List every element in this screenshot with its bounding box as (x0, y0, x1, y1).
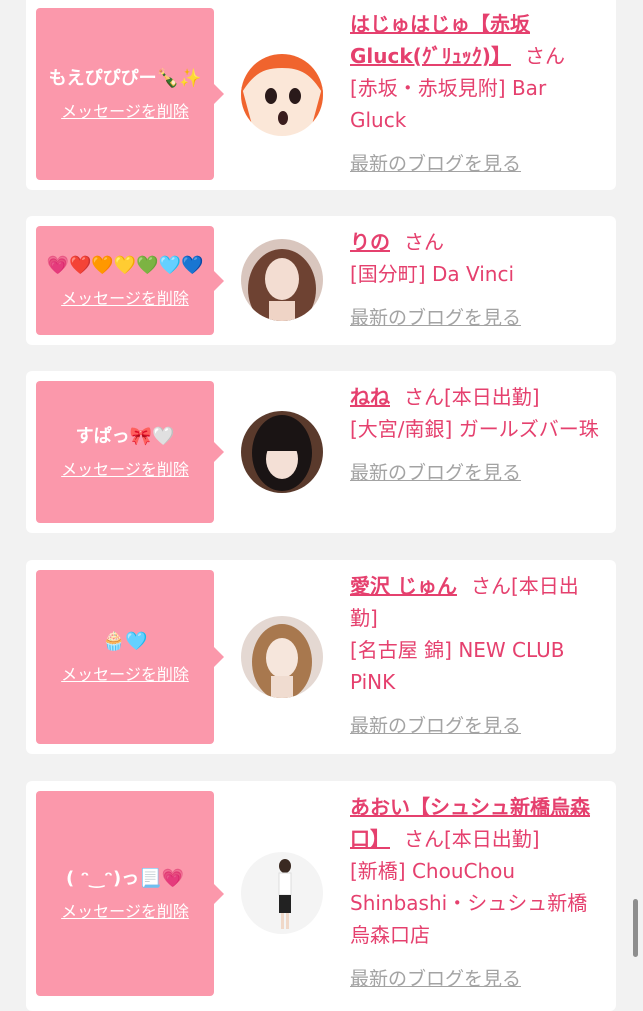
favorite-card: 🧁🩵 メッセージを削除 愛沢 じゅん さん[本日出勤] [名古屋 錦] NEW C… (26, 560, 616, 754)
member-info: ねね さん[本日出勤] [大宮/南銀] ガールズバー珠 最新のブログを見る (350, 381, 606, 489)
message-text: もえぴぴぴー🍾✨ (48, 68, 202, 89)
honorific: さん (404, 385, 444, 409)
scrollbar[interactable] (633, 899, 638, 957)
honorific: さん (470, 574, 511, 598)
member-info: りの さん [国分町] Da Vinci 最新のブログを見る (350, 226, 606, 334)
delete-message-link[interactable]: メッセージを削除 (61, 661, 189, 685)
shop-area: [国分町] Da Vinci (350, 262, 515, 286)
honorific: さん (404, 230, 444, 254)
delete-message-link[interactable]: メッセージを削除 (61, 898, 189, 922)
favorite-card: ( ᵔ‿ᵔ)っ📃💗 メッセージを削除 あおい【シュシュ新橋烏森口】 さん[本日出勤… (26, 781, 616, 1011)
member-name-link[interactable]: 愛沢 じゅん (350, 574, 457, 598)
message-bubble: もえぴぴぴー🍾✨ メッセージを削除 (36, 8, 224, 180)
avatar[interactable] (241, 239, 323, 321)
favorite-card: すぱっ🎀🤍 メッセージを削除 ねね さん[本日出勤] [大宮/南銀] ガールズバー… (26, 371, 616, 533)
latest-blog-link[interactable]: 最新のブログを見る (350, 148, 606, 180)
status-badge: [本日出勤] (444, 827, 540, 851)
honorific: さん (404, 827, 444, 851)
honorific: さん (524, 44, 565, 68)
avatar[interactable] (241, 54, 323, 136)
member-info: あおい【シュシュ新橋烏森口】 さん[本日出勤] [新橋] ChouChou Shi… (350, 791, 606, 995)
latest-blog-link[interactable]: 最新のブログを見る (350, 457, 606, 489)
shop-area: [新橋] ChouChou Shinbashi・シュシュ新橋烏森口店 (350, 859, 588, 947)
message-bubble: すぱっ🎀🤍 メッセージを削除 (36, 381, 224, 523)
message-bubble: 💗❤️🧡💛💚🩵💙 メッセージを削除 (36, 226, 224, 335)
delete-message-link[interactable]: メッセージを削除 (61, 285, 189, 309)
avatar[interactable] (241, 852, 323, 934)
favorite-card: もえぴぴぴー🍾✨ メッセージを削除 はじゅはじゅ【赤坂Gluck(ｸﾞﾘｭｯｸ)… (26, 0, 616, 190)
message-text: すぱっ🎀🤍 (75, 426, 175, 447)
message-bubble: 🧁🩵 メッセージを削除 (36, 570, 224, 744)
delete-message-link[interactable]: メッセージを削除 (61, 456, 189, 480)
shop-area: [赤坂・赤坂見附] Bar Gluck (350, 76, 547, 132)
message-bubble: ( ᵔ‿ᵔ)っ📃💗 メッセージを削除 (36, 791, 224, 996)
latest-blog-link[interactable]: 最新のブログを見る (350, 963, 606, 995)
delete-message-link[interactable]: メッセージを削除 (61, 98, 189, 122)
message-text: ( ᵔ‿ᵔ)っ📃💗 (65, 867, 184, 889)
member-name-link[interactable]: りの (350, 230, 390, 254)
status-badge: [本日出勤] (444, 385, 540, 409)
member-info: はじゅはじゅ【赤坂Gluck(ｸﾞﾘｭｯｸ)】 さん [赤坂・赤坂見附] Bar … (350, 8, 606, 180)
member-name-link[interactable]: はじゅはじゅ【赤坂Gluck(ｸﾞﾘｭｯｸ)】 (350, 12, 530, 68)
message-text: 🧁🩵 (102, 631, 148, 652)
shop-area: [大宮/南銀] ガールズバー珠 (350, 417, 599, 441)
member-info: 愛沢 じゅん さん[本日出勤] [名古屋 錦] NEW CLUB PiNK 最新の… (350, 570, 606, 742)
shop-area: [名古屋 錦] NEW CLUB PiNK (350, 638, 565, 694)
avatar[interactable] (241, 616, 323, 698)
avatar[interactable] (241, 411, 323, 493)
latest-blog-link[interactable]: 最新のブログを見る (350, 302, 606, 334)
member-name-link[interactable]: ねね (350, 385, 390, 409)
favorite-card: 💗❤️🧡💛💚🩵💙 メッセージを削除 りの さん [国分町] Da Vinci 最新… (26, 216, 616, 345)
latest-blog-link[interactable]: 最新のブログを見る (350, 710, 606, 742)
message-text: 💗❤️🧡💛💚🩵💙 (46, 254, 204, 276)
